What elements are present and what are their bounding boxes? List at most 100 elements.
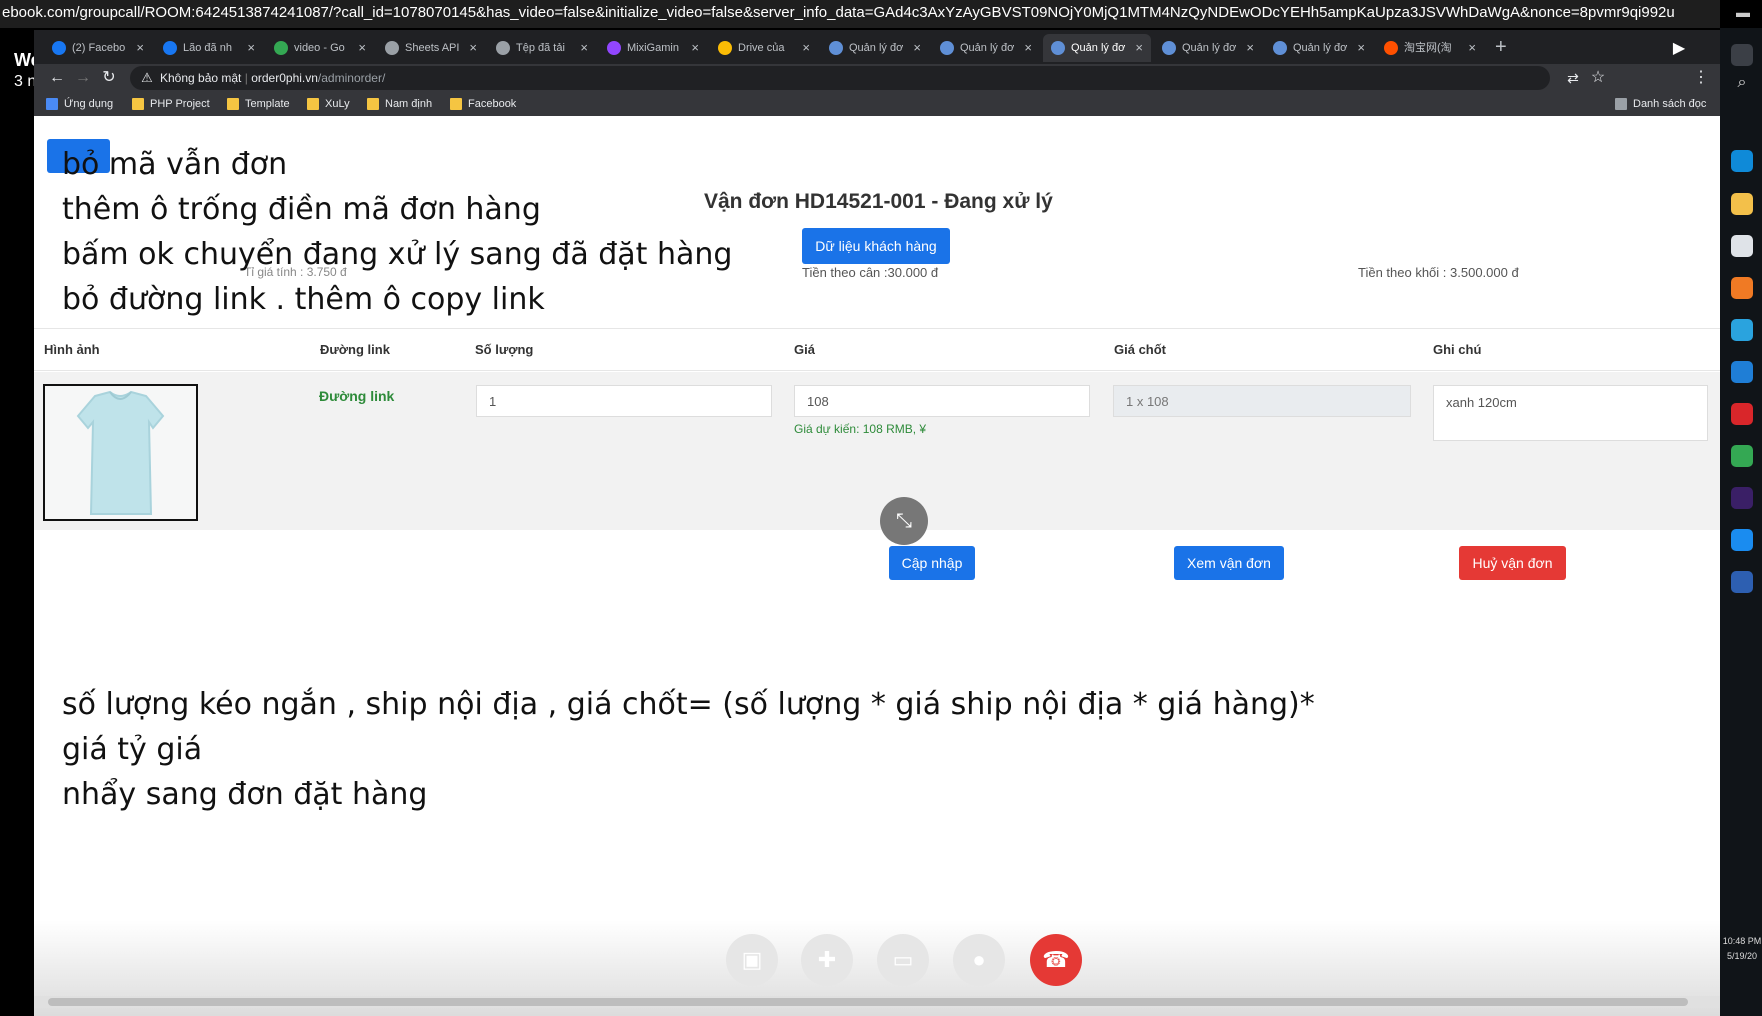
new-tab-icon[interactable]: + [1495, 34, 1507, 60]
search-icon[interactable]: ⌕ [1731, 74, 1753, 96]
bookmark-xuly[interactable]: XuLy [307, 95, 350, 113]
tab-label: Lão đã nh [183, 42, 232, 54]
note-line: bấm ok chuyển đang xử lý sang đã đặt hàn… [62, 237, 733, 272]
quantity-input[interactable]: 1 [476, 385, 772, 417]
shirt-picture [45, 386, 196, 519]
column-header-final-price: Giá chốt [1114, 342, 1167, 357]
browser-tab[interactable]: (2) Facebo × [44, 34, 152, 62]
close-icon[interactable]: × [358, 34, 366, 62]
browser-tab[interactable]: MixiGamin × [599, 34, 707, 62]
note-line: bỏ đường link . thêm ô copy link [62, 282, 545, 317]
add-person-icon[interactable]: ✚ [801, 934, 853, 986]
note-line: số lượng kéo ngắn , ship nội địa , giá c… [62, 687, 1315, 722]
column-header-note: Ghi chú [1433, 342, 1482, 357]
explorer-icon[interactable] [1731, 193, 1753, 215]
price-input[interactable]: 108 [794, 385, 1090, 417]
bookmark-apps[interactable]: Ứng dụng [46, 95, 113, 113]
note-textarea[interactable]: xanh 120cm [1433, 385, 1708, 441]
view-order-button[interactable]: Xem vận đơn [1174, 546, 1284, 580]
browser-tab[interactable]: 淘宝网(淘 × [1376, 34, 1484, 62]
reload-icon[interactable]: ↻ [98, 66, 120, 90]
security-label: Không bảo mật [160, 71, 242, 85]
close-icon[interactable]: × [580, 34, 588, 62]
play-icon[interactable]: ▶ [1665, 40, 1693, 58]
close-icon[interactable]: × [1135, 34, 1143, 62]
collapse-icon[interactable]: ⤡ [880, 497, 928, 545]
tab-favicon-icon [1162, 41, 1176, 55]
bookmark-template[interactable]: Template [227, 95, 290, 113]
address-text[interactable]: Không bảo mật | order0phi.vn/adminorder/ [160, 66, 385, 90]
tab-label: video - Go [294, 42, 345, 54]
hang-up-icon[interactable]: ☎ [1030, 934, 1082, 986]
menu-icon[interactable]: ⋮ [1690, 66, 1712, 90]
cancel-order-button[interactable]: Huỷ vận đơn [1459, 546, 1566, 580]
back-icon[interactable]: ← [46, 66, 68, 90]
filezilla-icon[interactable] [1731, 403, 1753, 425]
premiere-icon[interactable] [1731, 487, 1753, 509]
screen-share-icon[interactable]: ▣ [726, 934, 778, 986]
browser-tab[interactable]: Quản lý đơ × [1265, 34, 1373, 62]
close-icon[interactable]: × [691, 34, 699, 62]
bookmark-facebook[interactable]: Facebook [450, 95, 516, 113]
horizontal-scrollbar[interactable] [34, 996, 1720, 1008]
warning-icon: ⚠ [141, 70, 153, 85]
browser-tab[interactable]: Quản lý đơ × [821, 34, 929, 62]
close-icon[interactable]: × [913, 34, 921, 62]
video-off-icon[interactable]: ▭ [877, 934, 929, 986]
tab-favicon-icon [163, 41, 177, 55]
browser-tab[interactable]: video - Go × [266, 34, 374, 62]
tab-label: Quản lý đơ [1182, 42, 1237, 54]
bookmark-nam-dinh[interactable]: Nam định [367, 95, 432, 113]
store-icon[interactable] [1731, 235, 1753, 257]
update-button[interactable]: Cập nhập [889, 546, 975, 580]
close-icon[interactable]: × [802, 34, 810, 62]
close-icon[interactable]: × [1468, 34, 1476, 62]
tab-label: 淘宝网(淘 [1404, 42, 1452, 54]
browser-tab[interactable]: Lão đã nh × [155, 34, 263, 62]
tab-label: Drive của [738, 42, 785, 54]
product-link[interactable]: Đường link [319, 388, 394, 404]
vscode-icon[interactable] [1731, 361, 1753, 383]
zalo-icon[interactable] [1731, 529, 1753, 551]
browser-tab[interactable]: Sheets API × [377, 34, 485, 62]
note-line: bỏ mã vẫn đơn [62, 147, 288, 182]
browser-tab[interactable]: Quản lý đơ × [932, 34, 1040, 62]
translate-icon[interactable]: ⇄ [1562, 66, 1584, 90]
forward-icon[interactable]: → [72, 66, 94, 90]
final-price-field: 1 x 108 [1113, 385, 1411, 417]
star-icon[interactable]: ☆ [1587, 66, 1609, 90]
customer-data-button[interactable]: Dữ liệu khách hàng [802, 228, 950, 264]
tab-label: Tệp đã tải [516, 42, 565, 54]
note-line: giá tỷ giá [62, 732, 203, 767]
tab-favicon-icon [940, 41, 954, 55]
reading-list[interactable]: Danh sách đọc [1615, 95, 1706, 113]
tab-favicon-icon [718, 41, 732, 55]
tab-favicon-icon [607, 41, 621, 55]
xampp-icon[interactable] [1731, 277, 1753, 299]
address-host: order0phi.vn [251, 71, 318, 85]
close-icon[interactable]: × [136, 34, 144, 62]
remote-icon[interactable] [1731, 571, 1753, 593]
browser-tab[interactable]: Quản lý đơ × [1043, 34, 1151, 62]
call-url-strip: ebook.com/groupcall/ROOM:642451387424108… [0, 0, 1720, 28]
browser-tab[interactable]: Drive của × [710, 34, 818, 62]
bookmark-php-project[interactable]: PHP Project [132, 95, 210, 113]
tab-favicon-icon [274, 41, 288, 55]
minimize-icon[interactable]: ▬ [1732, 4, 1754, 22]
tab-label: Sheets API [405, 42, 460, 54]
chrome-icon[interactable] [1731, 445, 1753, 467]
close-icon[interactable]: × [469, 34, 477, 62]
telegram-icon[interactable] [1731, 319, 1753, 341]
browser-tab[interactable]: Tệp đã tải × [488, 34, 596, 62]
close-icon[interactable]: × [1357, 34, 1365, 62]
widgets-icon[interactable] [1731, 44, 1753, 66]
edge-icon[interactable] [1731, 150, 1753, 172]
mic-icon[interactable]: ● [953, 934, 1005, 986]
close-icon[interactable]: × [1246, 34, 1254, 62]
scrollbar-thumb[interactable] [48, 998, 1688, 1006]
weight-price: Tiền theo cân :30.000 đ [802, 265, 939, 280]
tab-favicon-icon [1384, 41, 1398, 55]
close-icon[interactable]: × [1024, 34, 1032, 62]
browser-tab[interactable]: Quản lý đơ × [1154, 34, 1262, 62]
close-icon[interactable]: × [247, 34, 255, 62]
